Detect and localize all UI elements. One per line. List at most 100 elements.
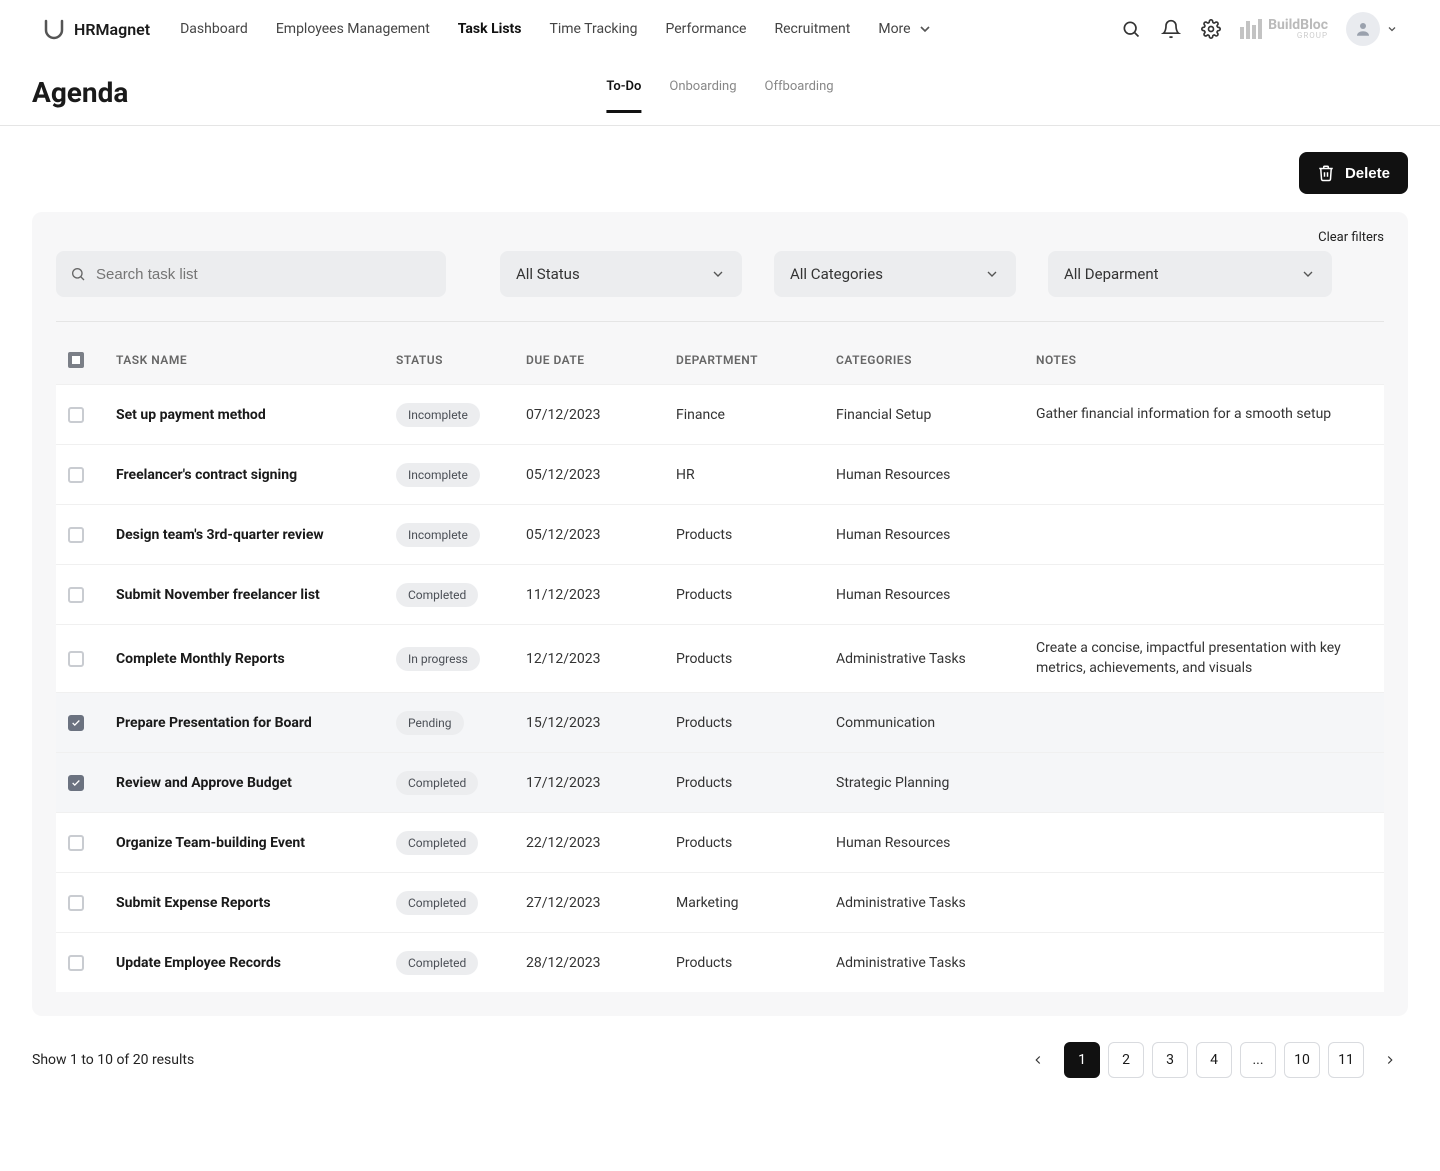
row-checkbox[interactable] xyxy=(68,775,84,791)
search-input[interactable] xyxy=(96,266,432,283)
row-checkbox[interactable] xyxy=(68,527,84,543)
page-prev[interactable] xyxy=(1020,1042,1056,1078)
cell-department: Marketing xyxy=(676,895,836,911)
nav-time-tracking[interactable]: Time Tracking xyxy=(549,21,637,37)
table-row[interactable]: Prepare Presentation for BoardPending15/… xyxy=(56,692,1384,752)
cell-due-date: 17/12/2023 xyxy=(526,775,676,791)
cell-task-name: Complete Monthly Reports xyxy=(116,651,396,667)
cell-categories: Administrative Tasks xyxy=(836,895,1036,911)
user-menu[interactable] xyxy=(1346,12,1398,46)
brand-name: HRMagnet xyxy=(74,20,150,39)
table-row[interactable]: Complete Monthly ReportsIn progress 12/12… xyxy=(56,624,1384,692)
cell-due-date: 05/12/2023 xyxy=(526,527,676,543)
row-checkbox[interactable] xyxy=(68,715,84,731)
cell-status: Pending xyxy=(396,711,526,735)
nav-more[interactable]: More xyxy=(878,21,932,37)
status-badge: In progress xyxy=(396,647,480,671)
gear-icon[interactable] xyxy=(1200,18,1222,40)
bell-icon[interactable] xyxy=(1160,18,1182,40)
cell-status: Incomplete xyxy=(396,463,526,487)
tab-onboarding[interactable]: Onboarding xyxy=(669,73,736,113)
cell-due-date: 27/12/2023 xyxy=(526,895,676,911)
cell-categories: Strategic Planning xyxy=(836,775,1036,791)
table-row[interactable]: Review and Approve BudgetCompleted17/12/… xyxy=(56,752,1384,812)
status-badge: Completed xyxy=(396,951,478,975)
cell-due-date: 07/12/2023 xyxy=(526,407,676,423)
table-row[interactable]: Freelancer's contract signingIncomplete0… xyxy=(56,444,1384,504)
table-row[interactable]: Update Employee RecordsCompleted28/12/20… xyxy=(56,932,1384,992)
cell-department: Products xyxy=(676,775,836,791)
table-row[interactable]: Submit November freelancer listCompleted… xyxy=(56,564,1384,624)
table-row[interactable]: Design team's 3rd-quarter reviewIncomple… xyxy=(56,504,1384,564)
col-notes: NOTES xyxy=(1036,353,1372,367)
status-badge: Incomplete xyxy=(396,463,480,487)
status-badge: Pending xyxy=(396,711,464,735)
company-logo: BuildBloc GROUP xyxy=(1240,18,1328,40)
search-box[interactable] xyxy=(56,251,446,297)
cell-department: Products xyxy=(676,955,836,971)
nav-task-lists[interactable]: Task Lists xyxy=(458,21,522,37)
clear-filters-link[interactable]: Clear filters xyxy=(1318,230,1384,245)
nav-more-label: More xyxy=(878,21,910,37)
cell-status: Completed xyxy=(396,951,526,975)
cell-status: Completed xyxy=(396,831,526,855)
cell-department: Products xyxy=(676,651,836,667)
cell-due-date: 15/12/2023 xyxy=(526,715,676,731)
search-icon[interactable] xyxy=(1120,18,1142,40)
page-number[interactable]: 4 xyxy=(1196,1042,1232,1078)
nav-dashboard[interactable]: Dashboard xyxy=(180,21,248,37)
row-checkbox[interactable] xyxy=(68,587,84,603)
categories-filter[interactable]: All Categories xyxy=(774,251,1016,297)
row-checkbox[interactable] xyxy=(68,835,84,851)
cell-notes: Gather financial information for a smoot… xyxy=(1036,405,1372,425)
cell-department: Products xyxy=(676,835,836,851)
search-icon xyxy=(70,266,86,282)
department-filter[interactable]: All Deparment xyxy=(1048,251,1332,297)
page-number[interactable]: 1 xyxy=(1064,1042,1100,1078)
tab-to-do[interactable]: To-Do xyxy=(606,73,641,113)
page-number[interactable]: 2 xyxy=(1108,1042,1144,1078)
row-checkbox[interactable] xyxy=(68,651,84,667)
select-all-checkbox[interactable] xyxy=(68,352,84,368)
status-badge: Incomplete xyxy=(396,523,480,547)
row-checkbox[interactable] xyxy=(68,407,84,423)
page-toolbar: Delete xyxy=(0,126,1440,194)
row-checkbox[interactable] xyxy=(68,895,84,911)
row-checkbox[interactable] xyxy=(68,955,84,971)
table-row[interactable]: Organize Team-building EventCompleted22/… xyxy=(56,812,1384,872)
status-badge: Completed xyxy=(396,831,478,855)
trash-icon xyxy=(1317,164,1335,182)
cell-due-date: 22/12/2023 xyxy=(526,835,676,851)
nav-recruitment[interactable]: Recruitment xyxy=(775,21,851,37)
clear-filters-row: Clear filters xyxy=(56,230,1384,245)
page-number[interactable]: 3 xyxy=(1152,1042,1188,1078)
row-checkbox[interactable] xyxy=(68,467,84,483)
tab-offboarding[interactable]: Offboarding xyxy=(765,73,834,113)
nav-employees-management[interactable]: Employees Management xyxy=(276,21,430,37)
pager: 1234...1011 xyxy=(1020,1042,1408,1078)
cell-categories: Communication xyxy=(836,715,1036,731)
page-next[interactable] xyxy=(1372,1042,1408,1078)
status-badge: Completed xyxy=(396,583,478,607)
page-number[interactable]: 11 xyxy=(1328,1042,1364,1078)
nav-performance[interactable]: Performance xyxy=(666,21,747,37)
status-filter[interactable]: All Status xyxy=(500,251,742,297)
table-row[interactable]: Set up payment methodIncomplete07/12/202… xyxy=(56,384,1384,444)
cell-task-name: Review and Approve Budget xyxy=(116,775,396,791)
cell-department: Products xyxy=(676,715,836,731)
cell-status: Completed xyxy=(396,583,526,607)
results-text: Show 1 to 10 of 20 results xyxy=(32,1052,194,1068)
cell-department: Products xyxy=(676,587,836,603)
cell-department: Products xyxy=(676,527,836,543)
cell-status: Completed xyxy=(396,891,526,915)
cell-due-date: 12/12/2023 xyxy=(526,651,676,667)
delete-button[interactable]: Delete xyxy=(1299,152,1408,194)
brand: HRMagnet xyxy=(42,17,150,41)
categories-filter-value: All Categories xyxy=(790,265,883,283)
page-number[interactable]: 10 xyxy=(1284,1042,1320,1078)
table-row[interactable]: Submit Expense ReportsCompleted27/12/202… xyxy=(56,872,1384,932)
cell-department: HR xyxy=(676,467,836,483)
col-status: STATUS xyxy=(396,353,526,367)
page-ellipsis: ... xyxy=(1240,1042,1276,1078)
cell-task-name: Freelancer's contract signing xyxy=(116,467,396,483)
